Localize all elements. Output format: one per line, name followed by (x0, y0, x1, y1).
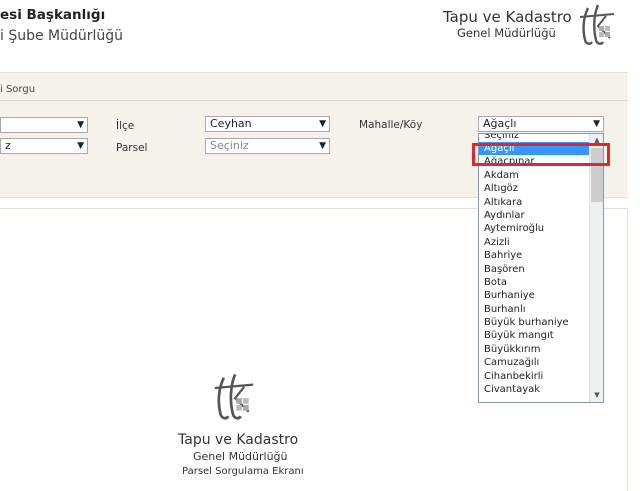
dropdown-option[interactable]: Azizli (479, 236, 603, 249)
dropdown-option[interactable]: Büyük burhaniye (479, 316, 603, 329)
dropdown-option[interactable]: Aydınlar (479, 209, 603, 222)
header-subtitle: i Şube Müdürlüğü (0, 28, 124, 44)
dropdown-option[interactable]: Büyükkırım (479, 343, 603, 356)
content-brand-subtitle: Genel Müdürlüğü (193, 450, 288, 463)
header-title: esi Başkanlığı (0, 7, 106, 23)
dropdown-option[interactable]: Bota (479, 276, 603, 289)
dropdown-option[interactable]: Aytemiroğlu (479, 222, 603, 235)
tkgm-logo-icon (214, 373, 254, 420)
dropdown-option[interactable]: Cihanbekirli (479, 370, 603, 383)
dropdown-option[interactable]: Burhaniye (479, 289, 603, 302)
dropdown-option[interactable]: Civantayak (479, 383, 603, 396)
chevron-down-icon: ▼ (319, 119, 326, 129)
ilce-select-value: Ceyhan (210, 117, 252, 130)
il-select[interactable]: ▼ (0, 117, 88, 133)
dropdown-option[interactable]: Altıkara (479, 196, 603, 209)
content-brand-name: Tapu ve Kadastro (178, 432, 299, 448)
scroll-down-icon[interactable]: ▼ (590, 389, 603, 402)
dropdown-option[interactable]: Altıgöz (479, 182, 603, 195)
parsel-select[interactable]: Seçiniz ▼ (205, 138, 330, 154)
mahalle-label: Mahalle/Köy (359, 119, 423, 131)
panel-divider (0, 100, 628, 101)
chevron-down-icon: ▼ (77, 141, 84, 151)
chevron-down-icon: ▼ (319, 141, 326, 151)
mahalle-dropdown-list[interactable]: Seçiniz Ağaçlı Ağaçpınar Akdam Altıgöz Altıka… (478, 133, 604, 403)
dropdown-items: Seçiniz Ağaçlı Ağaçpınar Akdam Altıgöz Altıka… (479, 134, 603, 396)
screen-name: Parsel Sorgulama Ekranı (182, 466, 304, 477)
page-header: esi Başkanlığı i Şube Müdürlüğü Tapu ve … (0, 0, 640, 72)
ada-select-value: z (5, 139, 11, 152)
dropdown-option[interactable]: Seçiniz (479, 134, 603, 142)
parsel-select-placeholder: Seçiniz (210, 139, 249, 152)
brand-name: Tapu ve Kadastro (443, 8, 572, 26)
tkgm-logo-icon (579, 4, 615, 45)
parsel-label: Parsel (116, 142, 148, 154)
selection-highlight-box (472, 143, 610, 166)
dropdown-option[interactable]: Akdam (479, 169, 603, 182)
dropdown-scrollbar[interactable]: ▲ ▼ (589, 134, 603, 402)
chevron-down-icon: ▼ (77, 120, 84, 130)
dropdown-option[interactable]: Büyük mangıt (479, 329, 603, 342)
ada-select[interactable]: z ▼ (0, 138, 88, 154)
dropdown-option[interactable]: Burhanlı (479, 303, 603, 316)
dropdown-option[interactable]: Camuzağılı (479, 356, 603, 369)
mahalle-select-value: Ağaçlı (483, 117, 517, 130)
mahalle-select[interactable]: Ağaçlı ▼ (478, 116, 604, 132)
chevron-down-icon: ▼ (593, 119, 600, 129)
brand-subtitle: Genel Müdürlüğü (457, 26, 556, 40)
dropdown-option[interactable]: Bahriye (479, 249, 603, 262)
dropdown-option[interactable]: Başören (479, 263, 603, 276)
ilce-label: İlçe (116, 120, 135, 132)
panel-title: i Sorgu (0, 84, 36, 95)
ilce-select[interactable]: Ceyhan ▼ (205, 116, 330, 132)
